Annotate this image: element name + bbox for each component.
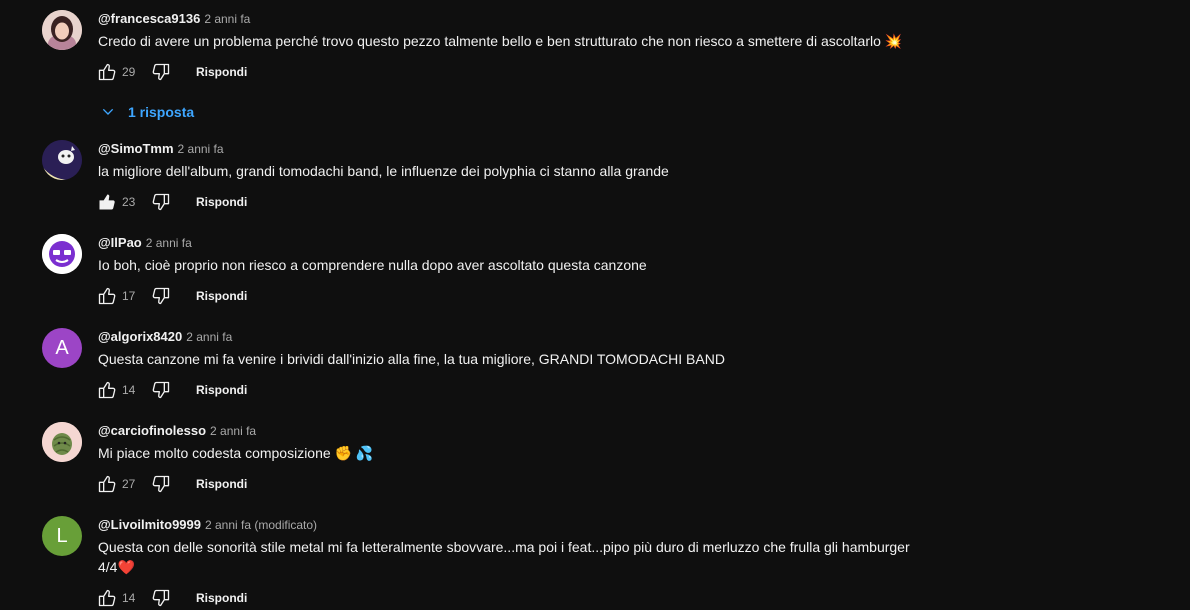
comment-text: la migliore dell'album, grandi tomodachi… bbox=[98, 163, 669, 179]
avatar[interactable] bbox=[42, 422, 82, 462]
like-button[interactable] bbox=[96, 285, 118, 307]
replies-toggle-label: 1 risposta bbox=[128, 104, 195, 120]
like-count: 14 bbox=[122, 383, 136, 397]
comment-time[interactable]: 2 anni fa bbox=[178, 142, 224, 156]
comment-text-body: Mi piace molto codesta composizione bbox=[98, 445, 331, 461]
avatar[interactable] bbox=[42, 10, 82, 50]
reply-button[interactable]: Rispondi bbox=[196, 591, 247, 605]
reply-button[interactable]: Rispondi bbox=[196, 195, 247, 209]
comment-actions: 29 Rispondi bbox=[96, 60, 247, 84]
dislike-button[interactable] bbox=[150, 473, 172, 495]
dislike-button[interactable] bbox=[150, 191, 172, 213]
chevron-down-icon bbox=[102, 108, 114, 115]
comment-actions: 17 Rispondi bbox=[96, 284, 247, 308]
comment-header: @IlPao 2 anni fa bbox=[98, 234, 192, 252]
comment-text: Credo di avere un problema perché trovo … bbox=[98, 31, 902, 52]
comment-header: @Livoilmito9999 2 anni fa (modificato) bbox=[98, 516, 317, 534]
comment-time[interactable]: 2 anni fa bbox=[146, 236, 192, 250]
thumb-down-icon bbox=[152, 381, 170, 399]
thumb-up-icon bbox=[98, 63, 116, 81]
comment-author[interactable]: @carciofinolesso bbox=[98, 423, 206, 438]
comment-time[interactable]: 2 anni fa bbox=[210, 424, 256, 438]
dislike-button[interactable] bbox=[150, 61, 172, 83]
portrait-avatar-icon bbox=[42, 10, 82, 50]
like-button[interactable] bbox=[96, 61, 118, 83]
comment-time[interactable]: 2 anni fa bbox=[186, 330, 232, 344]
comment-author[interactable]: @Livoilmito9999 bbox=[98, 517, 201, 532]
purple-face-avatar-icon bbox=[42, 234, 82, 274]
reply-button[interactable]: Rispondi bbox=[196, 289, 247, 303]
comment-text: Mi piace molto codesta composizione ✊ 💦 bbox=[98, 443, 373, 464]
thumb-up-icon bbox=[98, 287, 116, 305]
comment-actions: 14 Rispondi bbox=[96, 586, 247, 610]
avatar[interactable] bbox=[42, 140, 82, 180]
comment-time[interactable]: 2 anni fa (modificato) bbox=[205, 518, 317, 532]
avatar[interactable]: A bbox=[42, 328, 82, 368]
avatar[interactable]: L bbox=[42, 516, 82, 556]
thumb-up-filled-icon bbox=[99, 194, 115, 210]
avatar-letter: L bbox=[56, 524, 68, 547]
comment-text-body: 4/4 bbox=[98, 559, 118, 575]
comment-actions: 14 Rispondi bbox=[96, 378, 247, 402]
dislike-button[interactable] bbox=[150, 587, 172, 609]
heart-emoji: ❤️ bbox=[117, 559, 135, 575]
comment-author[interactable]: @SimoTmm bbox=[98, 141, 174, 156]
thumb-down-icon bbox=[152, 475, 170, 493]
thumb-down-icon bbox=[152, 589, 170, 607]
comment-header: @carciofinolesso 2 anni fa bbox=[98, 422, 256, 440]
comment-time[interactable]: 2 anni fa bbox=[204, 12, 250, 26]
reply-button[interactable]: Rispondi bbox=[196, 383, 247, 397]
avatar-letter: A bbox=[55, 336, 69, 359]
fist-sweat-emoji: ✊ 💦 bbox=[334, 445, 374, 461]
reply-button[interactable]: Rispondi bbox=[196, 65, 247, 79]
like-button[interactable] bbox=[96, 473, 118, 495]
thumb-up-icon bbox=[98, 381, 116, 399]
cartoon-avatar-icon bbox=[42, 140, 82, 180]
comment-header: @algorix8420 2 anni fa bbox=[98, 328, 232, 346]
comment-text: Questa con delle sonorità stile metal mi… bbox=[98, 539, 910, 555]
thumb-up-icon bbox=[98, 475, 116, 493]
comment-header: @SimoTmm 2 anni fa bbox=[98, 140, 224, 158]
comment-header: @francesca9136 2 anni fa bbox=[98, 10, 250, 28]
comment-author[interactable]: @francesca9136 bbox=[98, 11, 200, 26]
thumb-down-icon bbox=[152, 287, 170, 305]
dislike-button[interactable] bbox=[150, 285, 172, 307]
reply-button[interactable]: Rispondi bbox=[196, 477, 247, 491]
replies-toggle[interactable]: 1 risposta bbox=[100, 104, 194, 120]
thumb-up-icon bbox=[98, 589, 116, 607]
like-button[interactable] bbox=[96, 379, 118, 401]
thumb-down-icon bbox=[152, 63, 170, 81]
comment-actions: 27 Rispondi bbox=[96, 472, 247, 496]
avatar[interactable] bbox=[42, 234, 82, 274]
like-count: 17 bbox=[122, 289, 136, 303]
like-count: 27 bbox=[122, 477, 136, 491]
like-count: 29 bbox=[122, 65, 136, 79]
comment-text-line2: 4/4❤️ bbox=[98, 557, 135, 578]
collision-emoji: 💥 bbox=[884, 33, 903, 49]
comment-text-body: Credo di avere un problema perché trovo … bbox=[98, 33, 881, 49]
like-button[interactable] bbox=[96, 191, 118, 213]
comment-text: Io boh, cioè proprio non riesco a compre… bbox=[98, 257, 647, 273]
comment-text: Questa canzone mi fa venire i brividi da… bbox=[98, 351, 725, 367]
dislike-button[interactable] bbox=[150, 379, 172, 401]
thumb-down-icon bbox=[152, 193, 170, 211]
artichoke-avatar-icon bbox=[42, 422, 82, 462]
comment-actions: 23 Rispondi bbox=[96, 190, 247, 214]
like-count: 14 bbox=[122, 591, 136, 605]
like-count: 23 bbox=[122, 195, 136, 209]
comment-author[interactable]: @IlPao bbox=[98, 235, 142, 250]
like-button[interactable] bbox=[96, 587, 118, 609]
comment-author[interactable]: @algorix8420 bbox=[98, 329, 182, 344]
